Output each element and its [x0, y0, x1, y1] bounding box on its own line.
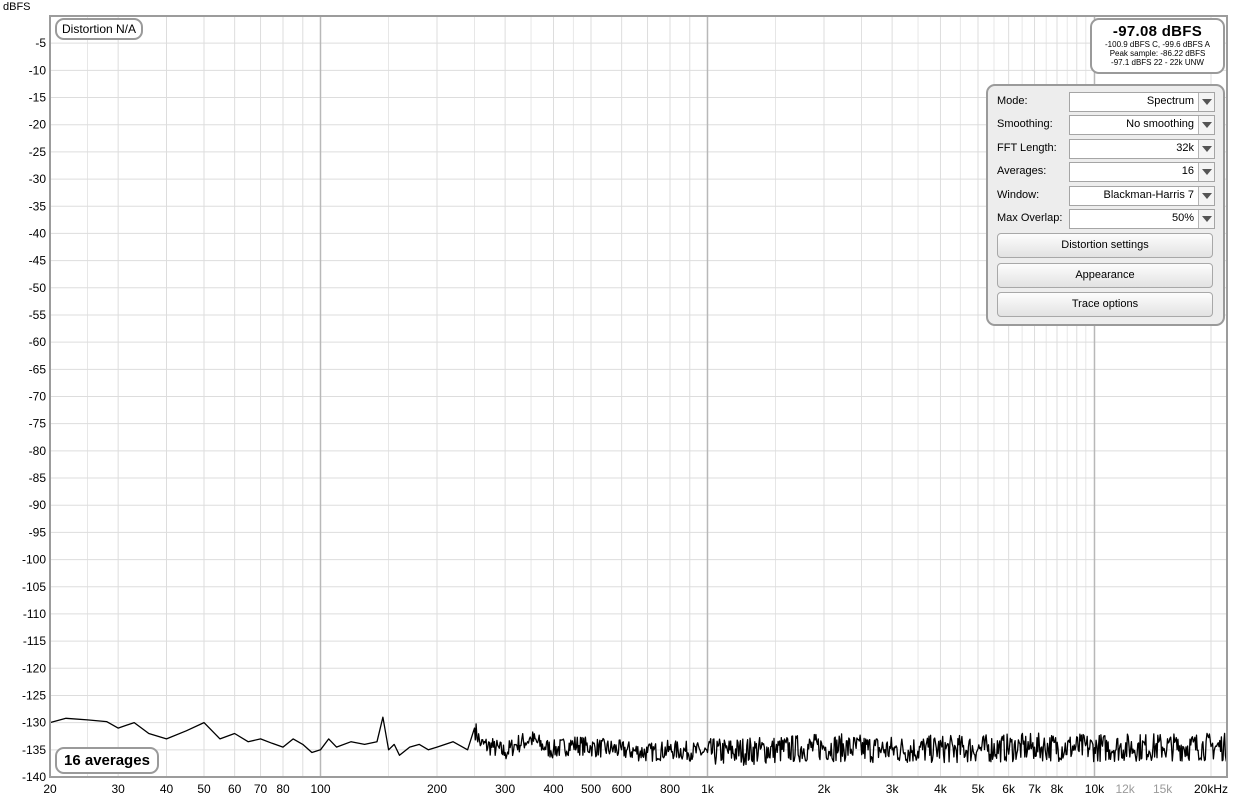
y-tick-label: -80 [29, 444, 47, 458]
max-overlap-value: 50% [1171, 212, 1194, 224]
averages-value: 16 [1181, 165, 1194, 177]
y-tick-label: -5 [35, 36, 46, 50]
y-tick-label: -30 [29, 172, 47, 186]
y-tick-label: -10 [29, 63, 47, 77]
x-tick-label: 15k [1153, 782, 1173, 796]
y-tick-label: -120 [22, 661, 46, 675]
controls-panel: Mode: Spectrum Smoothing: No smoothing F… [986, 84, 1225, 326]
y-axis-tick-labels: -5 -10 -15 -20 -25 -30 -35 -40 -45 -50 -55 -60 -65 -7… [22, 36, 46, 784]
x-tick-label: 40 [160, 782, 174, 796]
max-overlap-select[interactable]: 50% [1069, 209, 1215, 229]
window-row: Window: Blackman-Harris 7 [997, 186, 1215, 206]
y-axis-label: dBFS [3, 1, 31, 13]
x-tick-label: 20 [43, 782, 57, 796]
y-tick-label: -135 [22, 743, 46, 757]
readout-peak-sample: Peak sample: -86.22 dBFS [1109, 49, 1206, 58]
chevron-down-icon[interactable] [1198, 93, 1214, 111]
x-tick-label: 3k [886, 782, 900, 796]
y-tick-label: -40 [29, 226, 47, 240]
y-tick-label: -25 [29, 145, 47, 159]
readout-unweighted-level: -97.1 dBFS 22 - 22k UNW [1111, 58, 1204, 67]
averages-label: Averages: [997, 165, 1047, 177]
x-tick-label: 70 [254, 782, 268, 796]
y-tick-label: -70 [29, 390, 47, 404]
y-tick-label: -125 [22, 688, 46, 702]
y-tick-label: -110 [23, 607, 46, 621]
mode-select[interactable]: Spectrum [1069, 92, 1215, 112]
x-tick-label: 2k [818, 782, 832, 796]
spectrum-trace [49, 716, 1228, 766]
chevron-down-icon[interactable] [1198, 210, 1214, 228]
level-readout: -97.08 dBFS -100.9 dBFS C, -99.6 dBFS A … [1090, 18, 1225, 74]
x-tick-label: 60 [228, 782, 242, 796]
chevron-down-icon[interactable] [1198, 187, 1214, 205]
x-tick-label: 100 [310, 782, 330, 796]
y-tick-label: -50 [29, 281, 47, 295]
averages-row: Averages: 16 [997, 162, 1215, 182]
x-tick-label: 800 [660, 782, 680, 796]
x-tick-label: 400 [543, 782, 563, 796]
y-tick-label: -55 [29, 308, 47, 322]
y-tick-label: -105 [22, 580, 46, 594]
fft-length-value: 32k [1176, 142, 1194, 154]
averages-select[interactable]: 16 [1069, 162, 1215, 182]
window-select[interactable]: Blackman-Harris 7 [1069, 186, 1215, 206]
smoothing-value: No smoothing [1126, 118, 1194, 130]
y-tick-label: -60 [29, 335, 47, 349]
smoothing-row: Smoothing: No smoothing [997, 115, 1215, 135]
x-tick-label: 80 [276, 782, 290, 796]
x-tick-label: 1k [701, 782, 715, 796]
x-tick-label: 300 [495, 782, 515, 796]
mode-label: Mode: [997, 95, 1028, 107]
fft-length-row: FFT Length: 32k [997, 139, 1215, 159]
x-tick-label: 200 [427, 782, 447, 796]
y-tick-label: -35 [29, 199, 47, 213]
x-tick-label: 8k [1051, 782, 1065, 796]
distortion-settings-button[interactable]: Distortion settings [997, 233, 1213, 258]
x-tick-label: 12k [1115, 782, 1135, 796]
x-tick-label: 5k [972, 782, 986, 796]
x-tick-label: 4k [934, 782, 948, 796]
y-tick-label: -130 [22, 716, 46, 730]
y-tick-label: -85 [29, 471, 47, 485]
y-tick-label: -45 [29, 254, 47, 268]
chevron-down-icon[interactable] [1198, 140, 1214, 158]
appearance-button[interactable]: Appearance [997, 263, 1213, 288]
smoothing-select[interactable]: No smoothing [1069, 115, 1215, 135]
max-overlap-label: Max Overlap: [997, 212, 1063, 224]
x-tick-label: 7k [1028, 782, 1042, 796]
x-tick-label: 500 [581, 782, 601, 796]
smoothing-label: Smoothing: [997, 118, 1053, 130]
mode-value: Spectrum [1146, 95, 1194, 107]
y-tick-label: -115 [23, 634, 46, 648]
window-value: Blackman-Harris 7 [1103, 189, 1194, 201]
x-tick-label: 10k [1085, 782, 1105, 796]
max-overlap-row: Max Overlap: 50% [997, 209, 1215, 229]
x-tick-label: 20kHz [1194, 782, 1228, 796]
y-tick-label: -100 [22, 553, 46, 567]
trace-options-button[interactable]: Trace options [997, 292, 1213, 317]
x-tick-label: 30 [111, 782, 125, 796]
window-label: Window: [997, 189, 1040, 201]
chevron-down-icon[interactable] [1198, 163, 1214, 181]
x-tick-label: 6k [1002, 782, 1016, 796]
x-tick-label: 600 [612, 782, 632, 796]
mode-row: Mode: Spectrum [997, 92, 1215, 112]
y-tick-label: -20 [29, 118, 47, 132]
y-tick-label: -65 [29, 362, 47, 376]
readout-main-level: -97.08 dBFS [1112, 23, 1203, 40]
chevron-down-icon[interactable] [1198, 116, 1214, 134]
x-axis-tick-labels: 20 30 40 50 60 70 80 100 200 300 400 500 600 800 1k 2k 3… [43, 782, 1228, 796]
trace-layer [49, 716, 1228, 766]
readout-weighted-levels: -100.9 dBFS C, -99.6 dBFS A [1105, 40, 1210, 49]
y-tick-label: -15 [29, 91, 47, 105]
y-tick-label: -90 [29, 498, 47, 512]
y-tick-label: -95 [29, 525, 47, 539]
fft-length-label: FFT Length: [997, 142, 1057, 154]
x-tick-label: 50 [197, 782, 211, 796]
averages-badge: 16 averages [55, 747, 159, 774]
fft-length-select[interactable]: 32k [1069, 139, 1215, 159]
y-tick-label: -75 [29, 417, 47, 431]
distortion-badge: Distortion N/A [55, 18, 144, 40]
